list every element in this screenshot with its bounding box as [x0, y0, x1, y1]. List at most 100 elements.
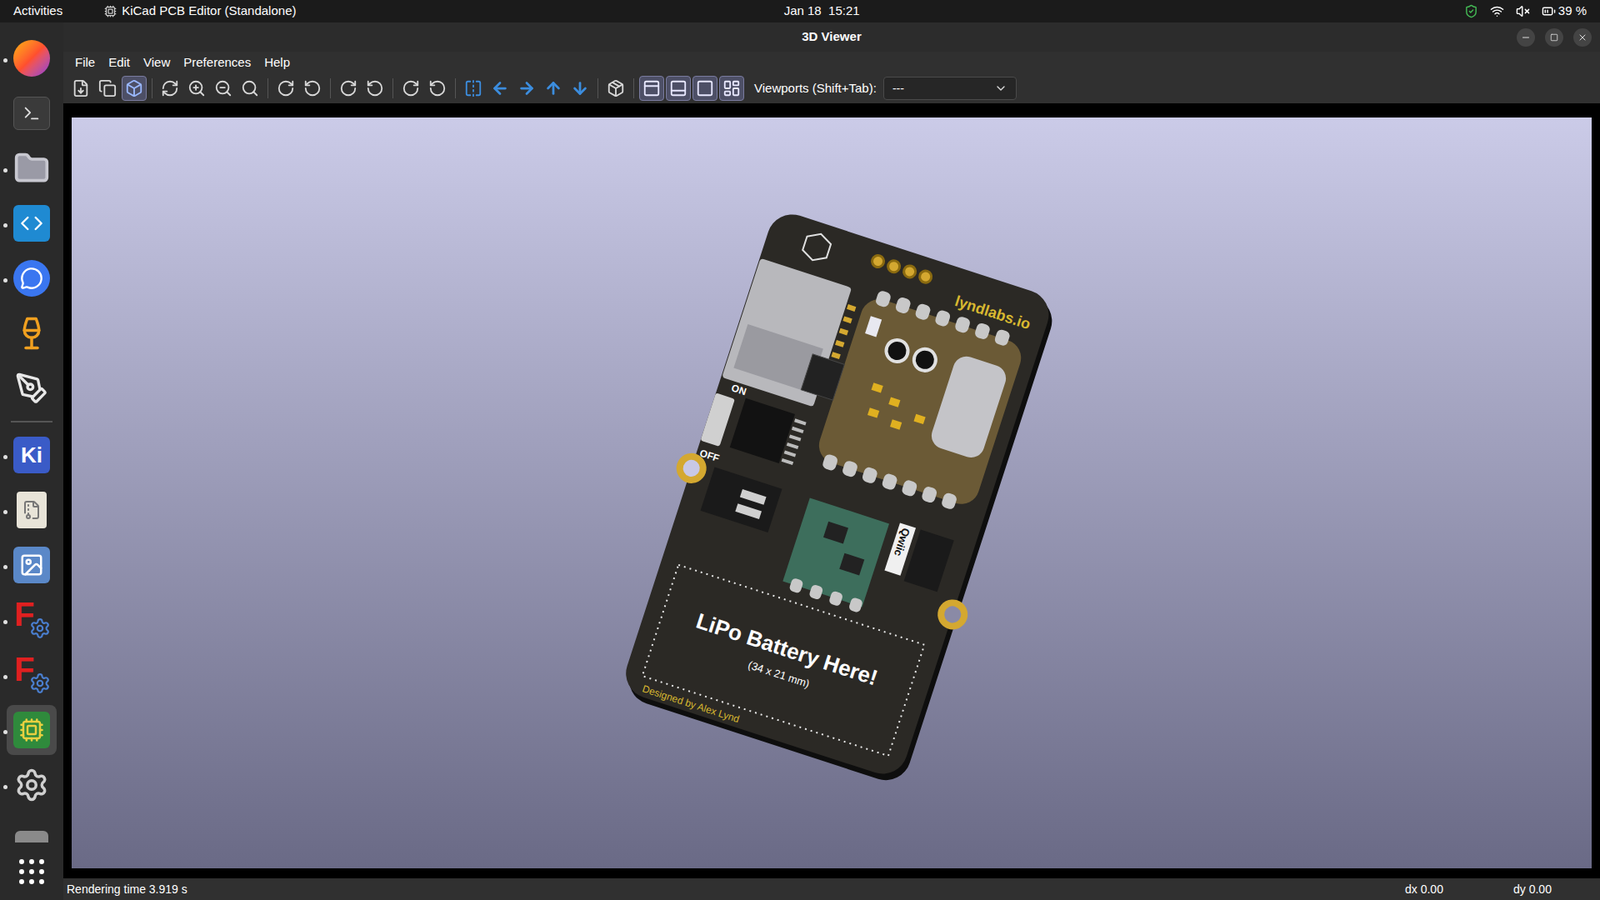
rotate-cw-icon	[339, 79, 358, 98]
header-pad	[918, 269, 934, 285]
arrow-down-icon	[570, 79, 590, 98]
pcb-3d-view[interactable]: lyndlabs.ioONOFFQwiicLiPo Battery Here!(…	[71, 117, 1592, 869]
toolbar-button[interactable]	[487, 75, 513, 101]
toolbar-button[interactable]	[335, 75, 361, 101]
status-message: Rendering time 3.919 s	[66, 880, 1405, 899]
menu-item[interactable]: Preferences	[176, 53, 258, 73]
rotate-cw-icon	[276, 79, 295, 98]
menu-item[interactable]: Edit	[101, 53, 137, 73]
dock-item[interactable]	[0, 702, 64, 758]
rotate-cw-icon	[401, 79, 420, 98]
title-bar: 3D Viewer	[63, 22, 1600, 52]
dock-item[interactable]	[0, 537, 64, 593]
logo-icon	[800, 230, 834, 265]
3d-canvas[interactable]: lyndlabs.ioONOFFQwiicLiPo Battery Here!(…	[71, 117, 1592, 869]
running-dot	[3, 168, 8, 173]
mounting-hole	[933, 595, 971, 634]
toolbar-button[interactable]	[184, 75, 210, 101]
toolbar-button[interactable]	[157, 75, 183, 101]
toolbar-button[interactable]	[362, 75, 388, 101]
dock-item[interactable]: Ki	[0, 427, 64, 483]
battery-size: (34 x 21 mm)	[746, 658, 811, 690]
running-dot	[3, 278, 8, 283]
rotate-ccw-icon	[303, 79, 322, 98]
viewports-label: Viewports (Shift+Tab):	[754, 79, 877, 99]
viewports-select[interactable]: ---	[883, 76, 1017, 100]
wifi-icon[interactable]	[1490, 4, 1505, 19]
running-dot	[3, 565, 8, 570]
top-bar: Activities KiCad PCB Editor (Standalone) J…	[0, 0, 1600, 23]
security-icon[interactable]	[1464, 4, 1479, 19]
minimize-button[interactable]	[1516, 28, 1535, 47]
battery-level: 39 %	[1558, 1, 1587, 21]
apps-grid-icon	[19, 859, 45, 885]
toolbar-button[interactable]	[567, 75, 593, 101]
dock-item[interactable]	[0, 85, 64, 141]
clock[interactable]: Jan 18 15:21	[784, 1, 977, 21]
dock-item[interactable]	[0, 360, 64, 416]
terminal-icon	[13, 96, 50, 130]
maximize-button[interactable]	[1545, 28, 1564, 47]
dock-separator	[10, 420, 53, 423]
dock-item[interactable]	[0, 195, 64, 251]
toolbar-button[interactable]	[603, 75, 629, 101]
freecad-icon: F	[12, 600, 51, 640]
mcu-module	[814, 295, 1026, 510]
activities-button[interactable]: Activities	[13, 1, 63, 21]
toolbar-button[interactable]	[300, 75, 325, 101]
dock-item[interactable]: F	[0, 647, 64, 703]
toolbar-button[interactable]	[95, 75, 120, 101]
running-dot	[3, 58, 8, 63]
volume-muted-icon[interactable]	[1515, 4, 1530, 19]
dock-item[interactable]	[0, 757, 64, 813]
menu-item[interactable]: Help	[257, 53, 297, 73]
viewer-window: 3D ViewerFileEditViewPreferencesHelpView…	[63, 22, 1600, 900]
settings-icon	[14, 767, 50, 803]
toolbar-button[interactable]	[273, 75, 299, 101]
dock-item[interactable]	[0, 853, 64, 890]
vscode-icon	[13, 205, 50, 242]
toolbar-button[interactable]	[210, 75, 236, 101]
menu-item[interactable]: View	[136, 53, 177, 73]
toolbar-button[interactable]	[540, 75, 566, 101]
toolbar-button[interactable]	[665, 75, 691, 101]
toolbar-button[interactable]	[68, 75, 94, 101]
zoom-out-icon	[214, 79, 233, 98]
close-button[interactable]	[1573, 28, 1592, 47]
dock-item[interactable]: F	[0, 592, 64, 648]
inkscape-icon	[15, 371, 49, 405]
pcb-editor-icon	[13, 711, 50, 749]
toolbar-button[interactable]	[514, 75, 540, 101]
battery-icon[interactable]	[1541, 4, 1556, 19]
signal-icon	[13, 260, 50, 297]
toolbar-button[interactable]	[460, 75, 486, 101]
dock-item[interactable]	[0, 812, 64, 843]
usb-c-port	[928, 353, 1010, 462]
running-dot	[3, 785, 8, 790]
reload-icon	[160, 79, 180, 98]
header-pad	[886, 259, 902, 275]
toolbar-button[interactable]	[639, 75, 665, 101]
running-dot	[3, 223, 8, 228]
menu-bar: FileEditViewPreferencesHelp	[63, 51, 1600, 74]
dock-item[interactable]	[0, 140, 64, 196]
toolbar-button[interactable]	[692, 75, 718, 101]
menu-item[interactable]: File	[68, 53, 102, 73]
dock-item[interactable]	[0, 482, 64, 538]
running-dot	[3, 730, 8, 735]
toolbar-button[interactable]	[237, 75, 263, 101]
toolbar-button[interactable]	[398, 75, 424, 101]
app-menu[interactable]: KiCad PCB Editor (Standalone)	[104, 1, 296, 21]
dock-item[interactable]	[0, 305, 64, 361]
toolbar-separator	[455, 78, 456, 99]
toolbar-button[interactable]	[719, 75, 745, 101]
dock-item[interactable]	[0, 250, 64, 306]
toolbar-separator	[267, 78, 269, 99]
header-pad	[870, 254, 886, 270]
layer-all-icon	[722, 79, 741, 98]
dock-item[interactable]	[0, 30, 64, 86]
toolbar-button[interactable]	[121, 75, 147, 101]
canvas-frame: lyndlabs.ioONOFFQwiicLiPo Battery Here!(…	[63, 103, 1600, 879]
archive-icon	[16, 491, 47, 529]
toolbar-button[interactable]	[425, 75, 450, 101]
